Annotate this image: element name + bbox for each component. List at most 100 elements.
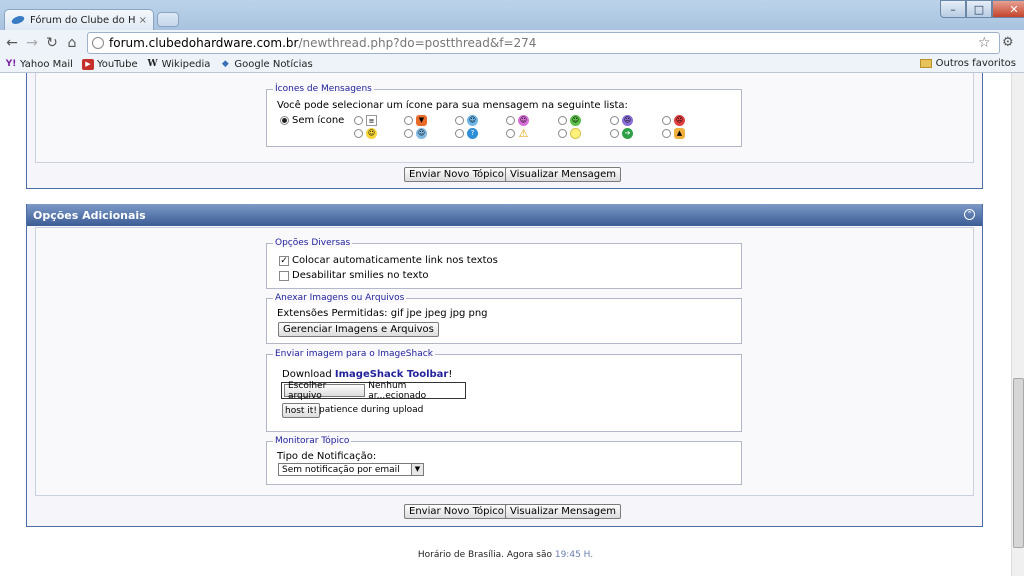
auto-link-checkbox[interactable]: ✓ <box>279 255 289 266</box>
tab-title: Fórum do Clube do Hardw... <box>30 14 135 26</box>
browser-toolbar: ← → ↻ ⌂ forum.clubedohardware.com.br/new… <box>0 30 1024 56</box>
additional-options-header[interactable]: Opções Adicionais ⌃ <box>27 204 982 226</box>
radio[interactable] <box>404 116 413 125</box>
radio[interactable] <box>506 129 515 138</box>
bookmark-label: YouTube <box>96 58 138 70</box>
icon-option-none[interactable]: Sem ícone <box>280 115 344 126</box>
auto-link-label: Colocar automaticamente link nos textos <box>292 255 498 266</box>
reload-icon[interactable]: ↻ <box>42 35 62 51</box>
radio[interactable] <box>455 129 464 138</box>
scrollbar-thumb[interactable] <box>1013 378 1024 548</box>
notification-type-label: Tipo de Notificação: <box>277 451 377 462</box>
collapse-icon[interactable]: ⌃ <box>964 209 975 220</box>
radio[interactable] <box>610 116 619 125</box>
radio[interactable] <box>404 129 413 138</box>
wrench-menu-icon[interactable]: ⚙ <box>1002 35 1014 50</box>
icon-option-thumbs-up[interactable]: ▲ <box>662 128 685 139</box>
icon-option-cool[interactable]: ☺ <box>404 128 427 139</box>
radio[interactable] <box>506 116 515 125</box>
arrow-right-icon: ➔ <box>622 128 633 139</box>
minimize-button[interactable]: – <box>940 0 966 18</box>
bookmark-label: Wikipedia <box>161 58 211 70</box>
imageshack-toolbar-link[interactable]: ImageShack Toolbar <box>335 369 448 380</box>
icon-option-grin[interactable]: ☺ <box>558 115 581 126</box>
disable-smilies-checkbox[interactable] <box>279 270 289 281</box>
imageshack-fieldset: Enviar imagem para o ImageShack Download… <box>266 349 742 432</box>
imageshack-legend: Enviar imagem para o ImageShack <box>273 349 435 359</box>
attachments-fieldset: Anexar Imagens ou Arquivos Extensões Per… <box>266 293 742 344</box>
message-icons-legend: Ícones de Mensagens <box>273 84 374 94</box>
choose-file-button[interactable]: Escolher arquivo <box>284 381 366 401</box>
submit-thread-button-top[interactable]: Enviar Novo Tópico <box>404 167 509 182</box>
question-icon: ? <box>467 128 478 139</box>
cool-icon: ☺ <box>416 128 427 139</box>
misc-options-legend: Opções Diversas <box>273 238 353 248</box>
thumbs-down-icon: ▼ <box>416 115 427 126</box>
other-bookmarks-label: Outros favoritos <box>935 58 1016 69</box>
browser-tab[interactable]: Fórum do Clube do Hardw... × <box>4 9 154 30</box>
thumbs-up-icon: ▲ <box>674 128 685 139</box>
page-info-icon[interactable] <box>92 37 104 49</box>
subscription-legend: Monitorar Tópico <box>273 436 352 446</box>
page-scrollbar[interactable] <box>1011 73 1024 576</box>
notification-selected-value: Sem notificação por email <box>282 464 400 475</box>
radio[interactable] <box>354 116 363 125</box>
bookmark-wikipedia[interactable]: W Wikipedia <box>147 59 211 70</box>
no-file-chosen: Nenhum ar...ecionado <box>368 380 427 401</box>
radio[interactable] <box>662 116 671 125</box>
dropdown-arrow-icon[interactable]: ▼ <box>411 464 423 475</box>
imageshack-download-line: Download ImageShack Toolbar! <box>282 369 452 380</box>
icon-option-question[interactable]: ? <box>455 128 478 139</box>
address-bar[interactable]: forum.clubedohardware.com.br/newthread.p… <box>87 32 1000 54</box>
radio-selected[interactable] <box>280 116 289 125</box>
message-icons-instruction: Você pode selecionar um ícone para sua m… <box>277 100 628 111</box>
preview-button-bottom[interactable]: Visualizar Mensagem <box>505 504 621 519</box>
bookmark-google-news[interactable]: ◆ Google Notícias <box>219 58 313 70</box>
radio[interactable] <box>558 116 567 125</box>
icon-option-angry[interactable]: ☹ <box>662 115 685 126</box>
bookmark-yahoo-mail[interactable]: Y! Yahoo Mail <box>5 59 73 70</box>
home-icon[interactable]: ⌂ <box>62 35 82 51</box>
maximize-button[interactable]: □ <box>966 0 992 18</box>
forward-arrow-icon[interactable]: → <box>22 35 42 51</box>
attachments-legend: Anexar Imagens ou Arquivos <box>273 293 407 303</box>
submit-thread-button-bottom[interactable]: Enviar Novo Tópico <box>404 504 509 519</box>
icon-option-lightbulb[interactable] <box>558 128 581 139</box>
bookmark-label: Google Notícias <box>234 58 313 70</box>
url-host: forum.clubedohardware.com.br <box>109 36 299 50</box>
icon-option-arrow[interactable]: ➔ <box>610 128 633 139</box>
wikipedia-icon: W <box>147 58 158 69</box>
icon-option-sad[interactable]: ☹ <box>610 115 633 126</box>
tab-close-icon[interactable]: × <box>139 15 147 26</box>
radio[interactable] <box>455 116 464 125</box>
angry-icon: ☹ <box>674 115 685 126</box>
lightbulb-icon <box>570 128 581 139</box>
no-icon-label: Sem ícone <box>292 115 345 126</box>
radio[interactable] <box>610 129 619 138</box>
close-window-button[interactable]: ✕ <box>992 0 1024 18</box>
icon-option-wink[interactable]: ☺ <box>455 115 478 126</box>
icon-option-document[interactable]: ≡ <box>354 115 377 126</box>
sad-icon: ☹ <box>622 115 633 126</box>
file-input[interactable]: Escolher arquivo Nenhum ar...ecionado <box>281 380 466 401</box>
host-it-button[interactable]: host it! <box>282 403 320 418</box>
new-tab-button[interactable] <box>157 12 179 27</box>
radio[interactable] <box>354 129 363 138</box>
bookmark-youtube[interactable]: ▶ YouTube <box>81 58 138 70</box>
icon-option-thumbs-down[interactable]: ▼ <box>404 115 427 126</box>
auto-link-option[interactable]: ✓ Colocar automaticamente link nos texto… <box>279 255 498 266</box>
manage-attachments-button[interactable]: Gerenciar Imagens e Arquivos <box>278 322 439 337</box>
preview-button-top[interactable]: Visualizar Mensagem <box>505 167 621 182</box>
icon-option-tongue[interactable]: ☺ <box>506 115 529 126</box>
bookmark-star-icon[interactable]: ☆ <box>978 35 991 51</box>
subscription-fieldset: Monitorar Tópico Tipo de Notificação: Se… <box>266 436 742 485</box>
disable-smilies-option[interactable]: Desabilitar smilies no texto <box>279 270 429 281</box>
icon-option-smile[interactable]: ☺ <box>354 128 377 139</box>
radio[interactable] <box>662 129 671 138</box>
icon-option-warning[interactable]: ⚠ <box>506 128 529 139</box>
notification-type-select[interactable]: Sem notificação por email ▼ <box>278 463 424 476</box>
radio[interactable] <box>558 129 567 138</box>
back-arrow-icon[interactable]: ← <box>2 35 22 51</box>
folder-icon <box>919 59 932 68</box>
other-bookmarks[interactable]: Outros favoritos <box>919 58 1016 69</box>
